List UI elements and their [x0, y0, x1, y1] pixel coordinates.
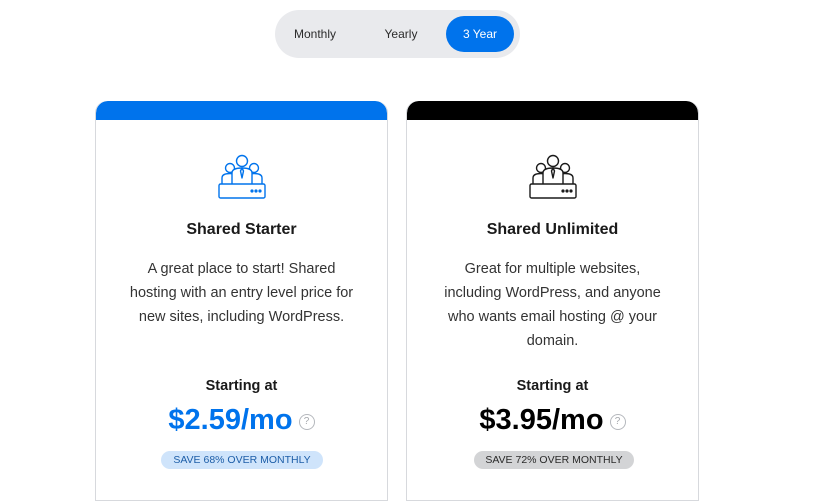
savings-badge: SAVE 72% OVER MONTHLY [474, 451, 634, 469]
billing-period-toggle: Monthly Yearly 3 Year [275, 10, 520, 58]
starting-at-label: Starting at [516, 378, 589, 394]
plan-card-shared-starter: Shared Starter A great place to start! S… [95, 101, 388, 501]
users-server-icon [527, 151, 579, 201]
plan-description: A great place to start! Shared hosting w… [129, 261, 354, 325]
help-icon[interactable]: ? [609, 413, 626, 430]
savings-badge: SAVE 68% OVER MONTHLY [161, 451, 323, 469]
card-accent-bar [407, 101, 698, 120]
toggle-monthly[interactable]: Monthly [279, 16, 351, 52]
toggle-yearly[interactable]: Yearly [365, 16, 437, 52]
plan-price: $2.59/mo [168, 404, 293, 436]
card-accent-bar [96, 101, 387, 120]
price-row: $2.59/mo? [96, 404, 387, 437]
toggle-3-year[interactable]: 3 Year [446, 16, 514, 52]
plan-name: Shared Unlimited [486, 221, 619, 238]
plan-description: Great for multiple websites, including W… [444, 261, 661, 349]
starting-at-label: Starting at [205, 378, 278, 394]
help-icon[interactable]: ? [298, 413, 315, 430]
users-server-icon [216, 151, 268, 201]
plan-name: Shared Starter [186, 221, 297, 238]
price-row: $3.95/mo? [407, 404, 698, 437]
plan-price: $3.95/mo [479, 404, 604, 436]
plan-card-shared-unlimited: Shared Unlimited Great for multiple webs… [406, 101, 699, 501]
